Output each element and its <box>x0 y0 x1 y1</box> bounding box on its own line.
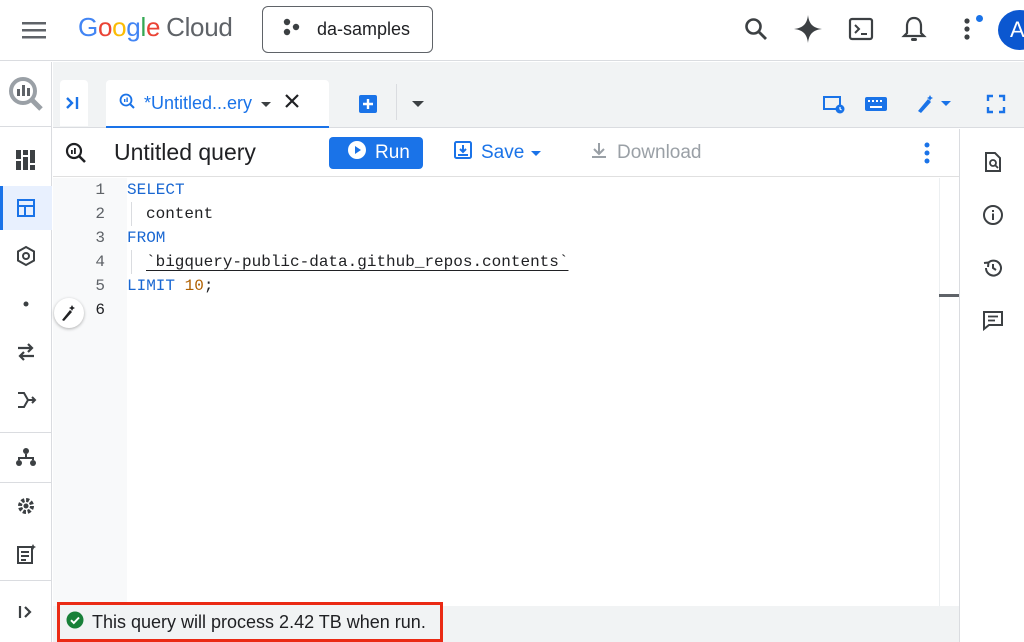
new-tab-dropdown-icon[interactable] <box>405 92 431 116</box>
ai-assist-button[interactable] <box>54 298 84 328</box>
menu-icon[interactable] <box>20 18 48 42</box>
query-more-icon[interactable] <box>923 141 931 170</box>
keyboard-icon[interactable] <box>863 92 889 116</box>
play-icon <box>347 140 367 166</box>
search-icon[interactable] <box>741 14 771 44</box>
indent-guide <box>131 202 132 226</box>
scroll-position-marker <box>939 294 959 297</box>
indent-guide <box>131 250 132 274</box>
scheduled-view-icon[interactable] <box>821 92 847 116</box>
release-notes-icon[interactable] <box>0 532 52 576</box>
check-circle-icon <box>66 611 84 634</box>
project-hierarchy-icon <box>281 17 301 42</box>
tab-label: *Untitled...ery <box>144 92 253 113</box>
right-side-panel <box>959 129 1024 642</box>
query-icon <box>65 142 87 169</box>
project-name: da-samples <box>317 19 411 39</box>
nav-divider <box>0 432 52 433</box>
data-transfer-icon[interactable] <box>0 330 52 374</box>
nav-divider <box>0 580 52 581</box>
validation-status-bar: This query will process 2.42 TB when run… <box>53 602 959 642</box>
query-title[interactable]: Untitled query <box>114 139 256 166</box>
tab-menu-caret-icon[interactable] <box>260 93 272 114</box>
studio-icon[interactable] <box>0 186 52 230</box>
notifications-icon[interactable] <box>899 14 929 44</box>
editor-tabs-bar: *Untitled...ery <box>53 62 1024 128</box>
line-number: 5 <box>95 277 105 295</box>
close-tab-icon[interactable] <box>284 93 300 114</box>
cloud-shell-icon[interactable] <box>846 14 876 44</box>
new-query-icon[interactable] <box>355 92 381 116</box>
line-number: 4 <box>95 253 105 271</box>
pipelines-icon[interactable] <box>0 378 52 422</box>
save-icon <box>453 140 473 166</box>
settings-icon[interactable] <box>0 484 52 528</box>
gemini-spark-icon[interactable] <box>793 14 823 44</box>
line-number: 1 <box>95 181 105 199</box>
bigquery-logo-icon[interactable] <box>0 72 52 116</box>
download-icon <box>589 140 609 166</box>
line-number: 3 <box>95 229 105 247</box>
avatar[interactable]: A <box>998 10 1024 50</box>
download-button[interactable]: Download <box>589 139 702 167</box>
run-button[interactable]: Run <box>329 137 423 169</box>
validation-message-highlight: This query will process 2.42 TB when run… <box>57 602 443 642</box>
top-bar: Google Cloud da-samples A <box>0 0 1024 61</box>
editor-scrollbar-track[interactable] <box>939 178 940 606</box>
dot-icon[interactable] <box>0 282 52 326</box>
expand-nav-icon[interactable] <box>0 590 52 634</box>
code-line-3: FROM <box>127 229 166 247</box>
dashboard-icon[interactable] <box>0 138 52 182</box>
fullscreen-icon[interactable] <box>983 92 1009 116</box>
collapse-explorer-icon[interactable] <box>60 80 88 126</box>
info-icon[interactable] <box>980 202 1006 228</box>
notification-dot <box>976 15 983 22</box>
sql-editor[interactable]: 1 2 3 4 5 6 SELECT content FROM `bigquer… <box>53 178 959 606</box>
code-line-4: `bigquery-public-data.github_repos.conte… <box>146 253 568 271</box>
analytics-hub-icon[interactable] <box>0 234 52 278</box>
comments-icon[interactable] <box>980 307 1006 333</box>
save-button[interactable]: Save <box>453 139 542 167</box>
query-tab-icon <box>118 92 136 115</box>
tab-untitled-query[interactable]: *Untitled...ery <box>106 80 329 128</box>
history-icon[interactable] <box>980 255 1006 281</box>
table-reference[interactable]: `bigquery-public-data.github_repos.conte… <box>146 253 568 271</box>
nav-divider <box>0 482 52 483</box>
nav-divider <box>0 126 52 127</box>
code-line-5: LIMIT 10; <box>127 277 214 295</box>
lineage-icon[interactable] <box>0 435 52 479</box>
query-toolbar: Untitled query Run Save Download <box>53 129 959 177</box>
toolbar-divider <box>396 84 397 120</box>
code-line-1: SELECT <box>127 181 185 199</box>
validation-message: This query will process 2.42 TB when run… <box>92 611 426 632</box>
left-nav <box>0 62 52 642</box>
project-picker-button[interactable]: da-samples <box>262 6 433 53</box>
query-details-icon[interactable] <box>980 149 1006 175</box>
code-line-2: content <box>146 205 214 223</box>
google-cloud-logo[interactable]: Google Cloud <box>78 12 233 43</box>
ai-assist-pen-icon[interactable] <box>913 92 953 116</box>
line-number: 2 <box>95 205 105 223</box>
save-caret-icon <box>530 142 542 164</box>
